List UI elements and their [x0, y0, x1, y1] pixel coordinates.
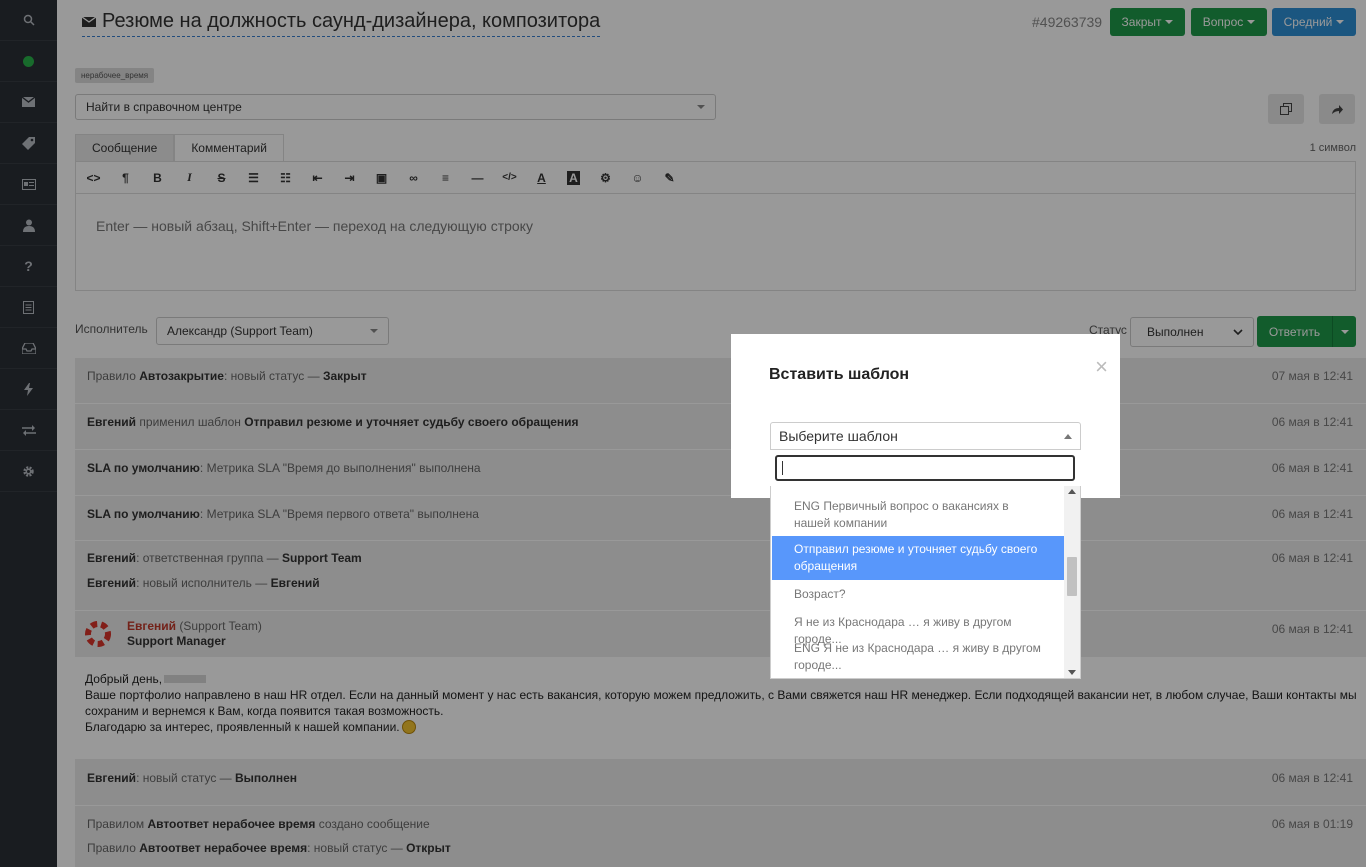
- modal-title: Вставить шаблон: [769, 366, 910, 383]
- scrollbar-thumb[interactable]: [1067, 557, 1077, 596]
- template-select[interactable]: Выберите шаблон: [770, 422, 1081, 450]
- scroll-down-icon[interactable]: [1068, 670, 1076, 675]
- chevron-up-icon: [1064, 433, 1072, 439]
- template-dropdown-list: ENG Первичный вопрос о вакансиях в нашей…: [770, 486, 1081, 679]
- template-select-placeholder: Выберите шаблон: [779, 428, 898, 444]
- template-search-input[interactable]: [775, 455, 1075, 481]
- dropdown-scrollbar[interactable]: [1064, 486, 1080, 678]
- template-option[interactable]: Возраст?: [772, 586, 1064, 603]
- close-icon[interactable]: ×: [1095, 354, 1108, 380]
- template-option[interactable]: ENG Я не из Краснодара … я живу в другом…: [772, 640, 1064, 674]
- template-option[interactable]: ENG Первичный вопрос о вакансиях в нашей…: [772, 498, 1064, 532]
- scroll-up-icon[interactable]: [1068, 489, 1076, 494]
- template-option-selected[interactable]: Отправил резюме и уточняет судьбу своего…: [772, 536, 1064, 580]
- modal-backdrop[interactable]: [0, 0, 1366, 867]
- text-cursor: [782, 461, 783, 475]
